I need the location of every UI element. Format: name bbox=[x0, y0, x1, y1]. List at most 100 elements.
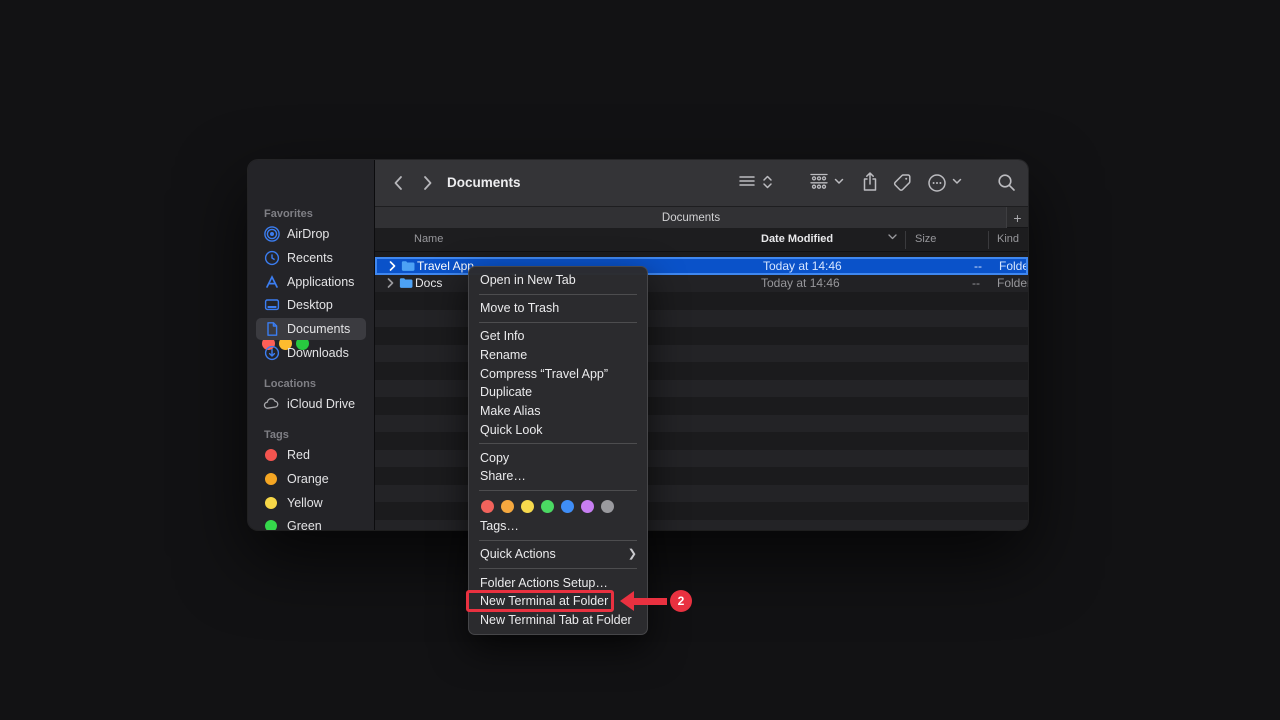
annotation-step-badge: 2 bbox=[670, 590, 692, 612]
file-size: -- bbox=[950, 276, 980, 290]
sidebar-item-desktop[interactable]: Desktop bbox=[256, 294, 366, 316]
clock-icon bbox=[263, 250, 280, 267]
yellow-tag-icon bbox=[265, 497, 277, 509]
file-name: Travel App bbox=[417, 259, 474, 273]
menu-item-quick-actions[interactable]: Quick Actions ❯ bbox=[469, 545, 647, 564]
green-tag-swatch[interactable] bbox=[541, 500, 554, 513]
sidebar-item-downloads[interactable]: Downloads bbox=[256, 342, 366, 364]
chevron-down-icon bbox=[952, 178, 962, 185]
new-tab-button[interactable]: + bbox=[1006, 207, 1028, 228]
menu-item-rename[interactable]: Rename bbox=[469, 346, 647, 365]
column-divider bbox=[905, 231, 906, 249]
menu-separator bbox=[479, 490, 637, 491]
sidebar-item-tag-red[interactable]: Red bbox=[256, 444, 366, 466]
menu-tag-color-row bbox=[469, 495, 647, 517]
share-icon[interactable] bbox=[861, 171, 879, 193]
menu-item-share[interactable]: Share… bbox=[469, 467, 647, 486]
applications-icon bbox=[263, 273, 280, 290]
menu-item-get-info[interactable]: Get Info bbox=[469, 327, 647, 346]
tab-bar: Documents + bbox=[375, 207, 1028, 228]
gray-tag-swatch[interactable] bbox=[601, 500, 614, 513]
sidebar-item-label: Orange bbox=[287, 472, 329, 486]
menu-item-label: Quick Actions bbox=[480, 547, 556, 561]
sidebar-item-label: Green bbox=[287, 519, 322, 530]
sidebar-item-recents[interactable]: Recents bbox=[256, 247, 366, 269]
cloud-icon bbox=[263, 396, 280, 413]
chevron-down-icon bbox=[834, 178, 844, 185]
disclosure-chevron-icon[interactable] bbox=[389, 261, 396, 271]
sidebar-item-applications[interactable]: Applications bbox=[256, 271, 366, 293]
menu-item-copy[interactable]: Copy bbox=[469, 449, 647, 468]
sidebar-item-label: Desktop bbox=[287, 298, 333, 312]
view-sort-chevrons-icon[interactable] bbox=[762, 173, 773, 191]
menu-item-move-to-trash[interactable]: Move to Trash bbox=[469, 299, 647, 318]
sort-chevron-icon[interactable] bbox=[888, 234, 897, 240]
column-header-name[interactable]: Name bbox=[414, 233, 443, 245]
menu-item-quick-look[interactable]: Quick Look bbox=[469, 421, 647, 440]
submenu-chevron-icon: ❯ bbox=[628, 545, 637, 564]
airdrop-icon bbox=[263, 226, 280, 243]
sidebar-item-label: Red bbox=[287, 448, 310, 462]
blue-tag-swatch[interactable] bbox=[561, 500, 574, 513]
tag-icon[interactable] bbox=[893, 173, 912, 192]
sidebar-item-icloud-drive[interactable]: iCloud Drive bbox=[256, 393, 366, 415]
sidebar-item-tag-orange[interactable]: Orange bbox=[256, 468, 366, 490]
file-kind: Folder bbox=[999, 259, 1028, 273]
desktop-background: /* traffic lights positioned relative to… bbox=[0, 0, 1280, 720]
back-button[interactable] bbox=[387, 172, 409, 194]
menu-separator bbox=[479, 322, 637, 323]
file-kind: Folder bbox=[997, 276, 1028, 290]
forward-button[interactable] bbox=[417, 172, 439, 194]
annotation-arrow-icon bbox=[620, 591, 634, 611]
file-name: Docs bbox=[415, 276, 442, 290]
sidebar-item-documents[interactable]: Documents bbox=[256, 318, 366, 340]
sidebar-item-label: iCloud Drive bbox=[287, 397, 355, 411]
menu-item-compress[interactable]: Compress “Travel App” bbox=[469, 365, 647, 384]
column-header-size[interactable]: Size bbox=[915, 233, 936, 245]
sidebar-section-favorites: Favorites bbox=[264, 208, 313, 220]
column-headers: Name Date Modified Size Kind bbox=[375, 228, 1028, 252]
column-divider bbox=[988, 231, 989, 249]
red-tag-swatch[interactable] bbox=[481, 500, 494, 513]
download-icon bbox=[263, 345, 280, 362]
green-tag-icon bbox=[265, 520, 277, 530]
orange-tag-swatch[interactable] bbox=[501, 500, 514, 513]
desktop-icon bbox=[263, 297, 280, 314]
file-date-modified: Today at 14:46 bbox=[761, 276, 840, 290]
sidebar-item-label: Yellow bbox=[287, 496, 323, 510]
menu-item-tags[interactable]: Tags… bbox=[469, 517, 647, 536]
search-icon[interactable] bbox=[997, 173, 1016, 192]
yellow-tag-swatch[interactable] bbox=[521, 500, 534, 513]
file-date-modified: Today at 14:46 bbox=[763, 259, 842, 273]
menu-item-open-in-new-tab[interactable]: Open in New Tab bbox=[469, 271, 647, 290]
sidebar-item-tag-green[interactable]: Green bbox=[256, 515, 366, 530]
sidebar-section-tags: Tags bbox=[264, 429, 289, 441]
column-header-date-modified[interactable]: Date Modified bbox=[761, 233, 833, 245]
menu-separator bbox=[479, 568, 637, 569]
annotation-arrow-shaft bbox=[633, 598, 667, 605]
sidebar-item-airdrop[interactable]: AirDrop bbox=[256, 223, 366, 245]
disclosure-chevron-icon[interactable] bbox=[387, 278, 394, 288]
sidebar-item-label: Downloads bbox=[287, 346, 349, 360]
folder-icon bbox=[399, 277, 413, 289]
file-size: -- bbox=[952, 259, 982, 273]
menu-item-make-alias[interactable]: Make Alias bbox=[469, 402, 647, 421]
toolbar: Documents bbox=[375, 160, 1028, 207]
document-icon bbox=[263, 321, 280, 338]
context-menu: Open in New Tab Move to Trash Get Info R… bbox=[468, 266, 648, 635]
window-title: Documents bbox=[447, 175, 521, 190]
sidebar-item-tag-yellow[interactable]: Yellow bbox=[256, 492, 366, 514]
tab-documents[interactable]: Documents bbox=[375, 207, 1007, 228]
column-header-kind[interactable]: Kind bbox=[997, 233, 1019, 245]
menu-item-new-terminal-tab-at-folder[interactable]: New Terminal Tab at Folder bbox=[469, 611, 647, 630]
sidebar-section-locations: Locations bbox=[264, 378, 316, 390]
orange-tag-icon bbox=[265, 473, 277, 485]
sidebar: /* traffic lights positioned relative to… bbox=[248, 160, 374, 530]
list-view-icon[interactable] bbox=[738, 173, 756, 189]
more-actions-icon[interactable] bbox=[927, 173, 947, 193]
purple-tag-swatch[interactable] bbox=[581, 500, 594, 513]
menu-item-duplicate[interactable]: Duplicate bbox=[469, 383, 647, 402]
red-tag-icon bbox=[265, 449, 277, 461]
group-by-icon[interactable] bbox=[809, 173, 829, 190]
sidebar-item-label: Documents bbox=[287, 322, 350, 336]
